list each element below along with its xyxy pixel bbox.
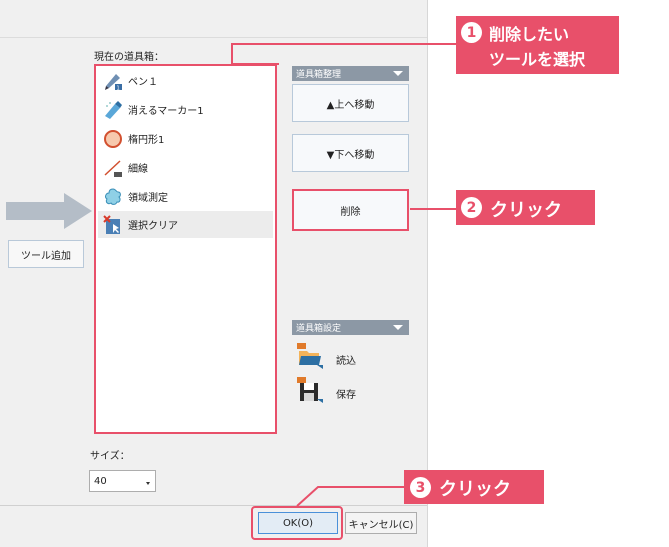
step2-number: 2: [461, 197, 482, 218]
step3-callout: 3 クリック: [404, 470, 544, 504]
step1-number: 1: [461, 22, 482, 43]
step3-text: クリック: [439, 479, 511, 500]
step3-number: 3: [410, 477, 431, 498]
step1-line2: ツールを選択: [489, 50, 586, 69]
step2-callout: 2 クリック: [456, 190, 595, 225]
callout-connector-lines: [231, 43, 456, 507]
step1-callout: 1 削除したい ツールを選択: [456, 16, 619, 74]
step1-line1: 削除したい: [489, 25, 570, 44]
step2-text: クリック: [490, 200, 562, 221]
